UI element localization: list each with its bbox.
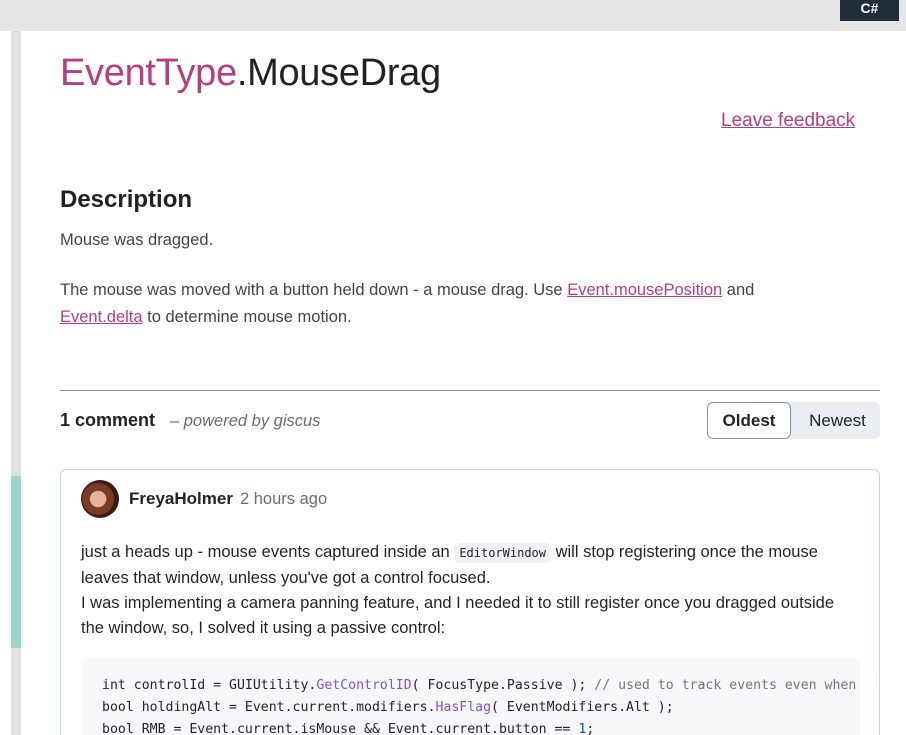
code-line: bool holdingAlt = Event.current.modifier… — [102, 700, 674, 715]
event-delta-link[interactable]: Event.delta — [60, 308, 143, 326]
code-text: ( FocusType.Passive ); — [411, 678, 595, 693]
comment-sort-toggle: Oldest Newest — [707, 402, 880, 439]
comment-time[interactable]: 2 hours ago — [240, 490, 327, 509]
leave-feedback-link[interactable]: Leave feedback — [721, 110, 855, 132]
code-text: ; — [586, 722, 595, 735]
code-block: int controlId = GUIUtility.GetControlID(… — [81, 658, 860, 735]
comment-card: FreyaHolmer 2 hours ago just a heads up … — [60, 469, 880, 735]
code-comment: // used to track events even when the mo… — [594, 678, 857, 693]
sidebar-scrollbar[interactable] — [11, 31, 21, 735]
scrollbar-thumb[interactable] — [11, 476, 21, 648]
description-text: and — [722, 281, 755, 299]
comment-body: just a heads up - mouse events captured … — [81, 540, 861, 641]
code-line: int controlId = GUIUtility.GetControlID(… — [102, 678, 860, 693]
sort-newest-button[interactable]: Newest — [795, 402, 880, 439]
powered-by-giscus: – powered by giscus — [170, 412, 321, 430]
event-mouseposition-link[interactable]: Event.mousePosition — [567, 281, 722, 299]
top-bar: C# — [0, 0, 906, 31]
title-class-link[interactable]: EventType — [60, 52, 237, 94]
inline-code: EditorWindow — [454, 543, 552, 563]
description-heading: Description — [60, 186, 193, 213]
description-short: Mouse was dragged. — [60, 231, 214, 249]
description-text: to determine mouse motion. — [142, 308, 352, 326]
sort-oldest-button[interactable]: Oldest — [707, 402, 791, 439]
comment-text: just a heads up - mouse events captured … — [81, 543, 455, 561]
description-text: The mouse was moved with a button held d… — [60, 281, 568, 299]
title-member: .MouseDrag — [236, 52, 441, 94]
comment-author[interactable]: FreyaHolmer — [129, 489, 233, 509]
code-line: bool RMB = Event.current.isMouse && Even… — [102, 722, 594, 735]
language-button[interactable]: C# — [840, 0, 899, 21]
comment-text: I was implementing a camera panning feat… — [81, 594, 835, 637]
section-divider — [60, 390, 880, 391]
code-function: HasFlag — [435, 700, 492, 715]
code-text: bool holdingAlt = Event.current.modifier… — [102, 700, 436, 715]
description-detail: The mouse was moved with a button held d… — [60, 277, 840, 331]
code-text: bool RMB = Event.current.isMouse && Even… — [102, 722, 579, 735]
code-text: ( EventModifiers.Alt ); — [491, 700, 674, 715]
avatar[interactable] — [81, 480, 119, 518]
page-title: EventType.MouseDrag — [60, 52, 441, 95]
code-function: GetControlID — [316, 678, 412, 693]
comment-count: 1 comment — [60, 410, 156, 430]
code-text: int controlId = GUIUtility. — [102, 678, 317, 693]
